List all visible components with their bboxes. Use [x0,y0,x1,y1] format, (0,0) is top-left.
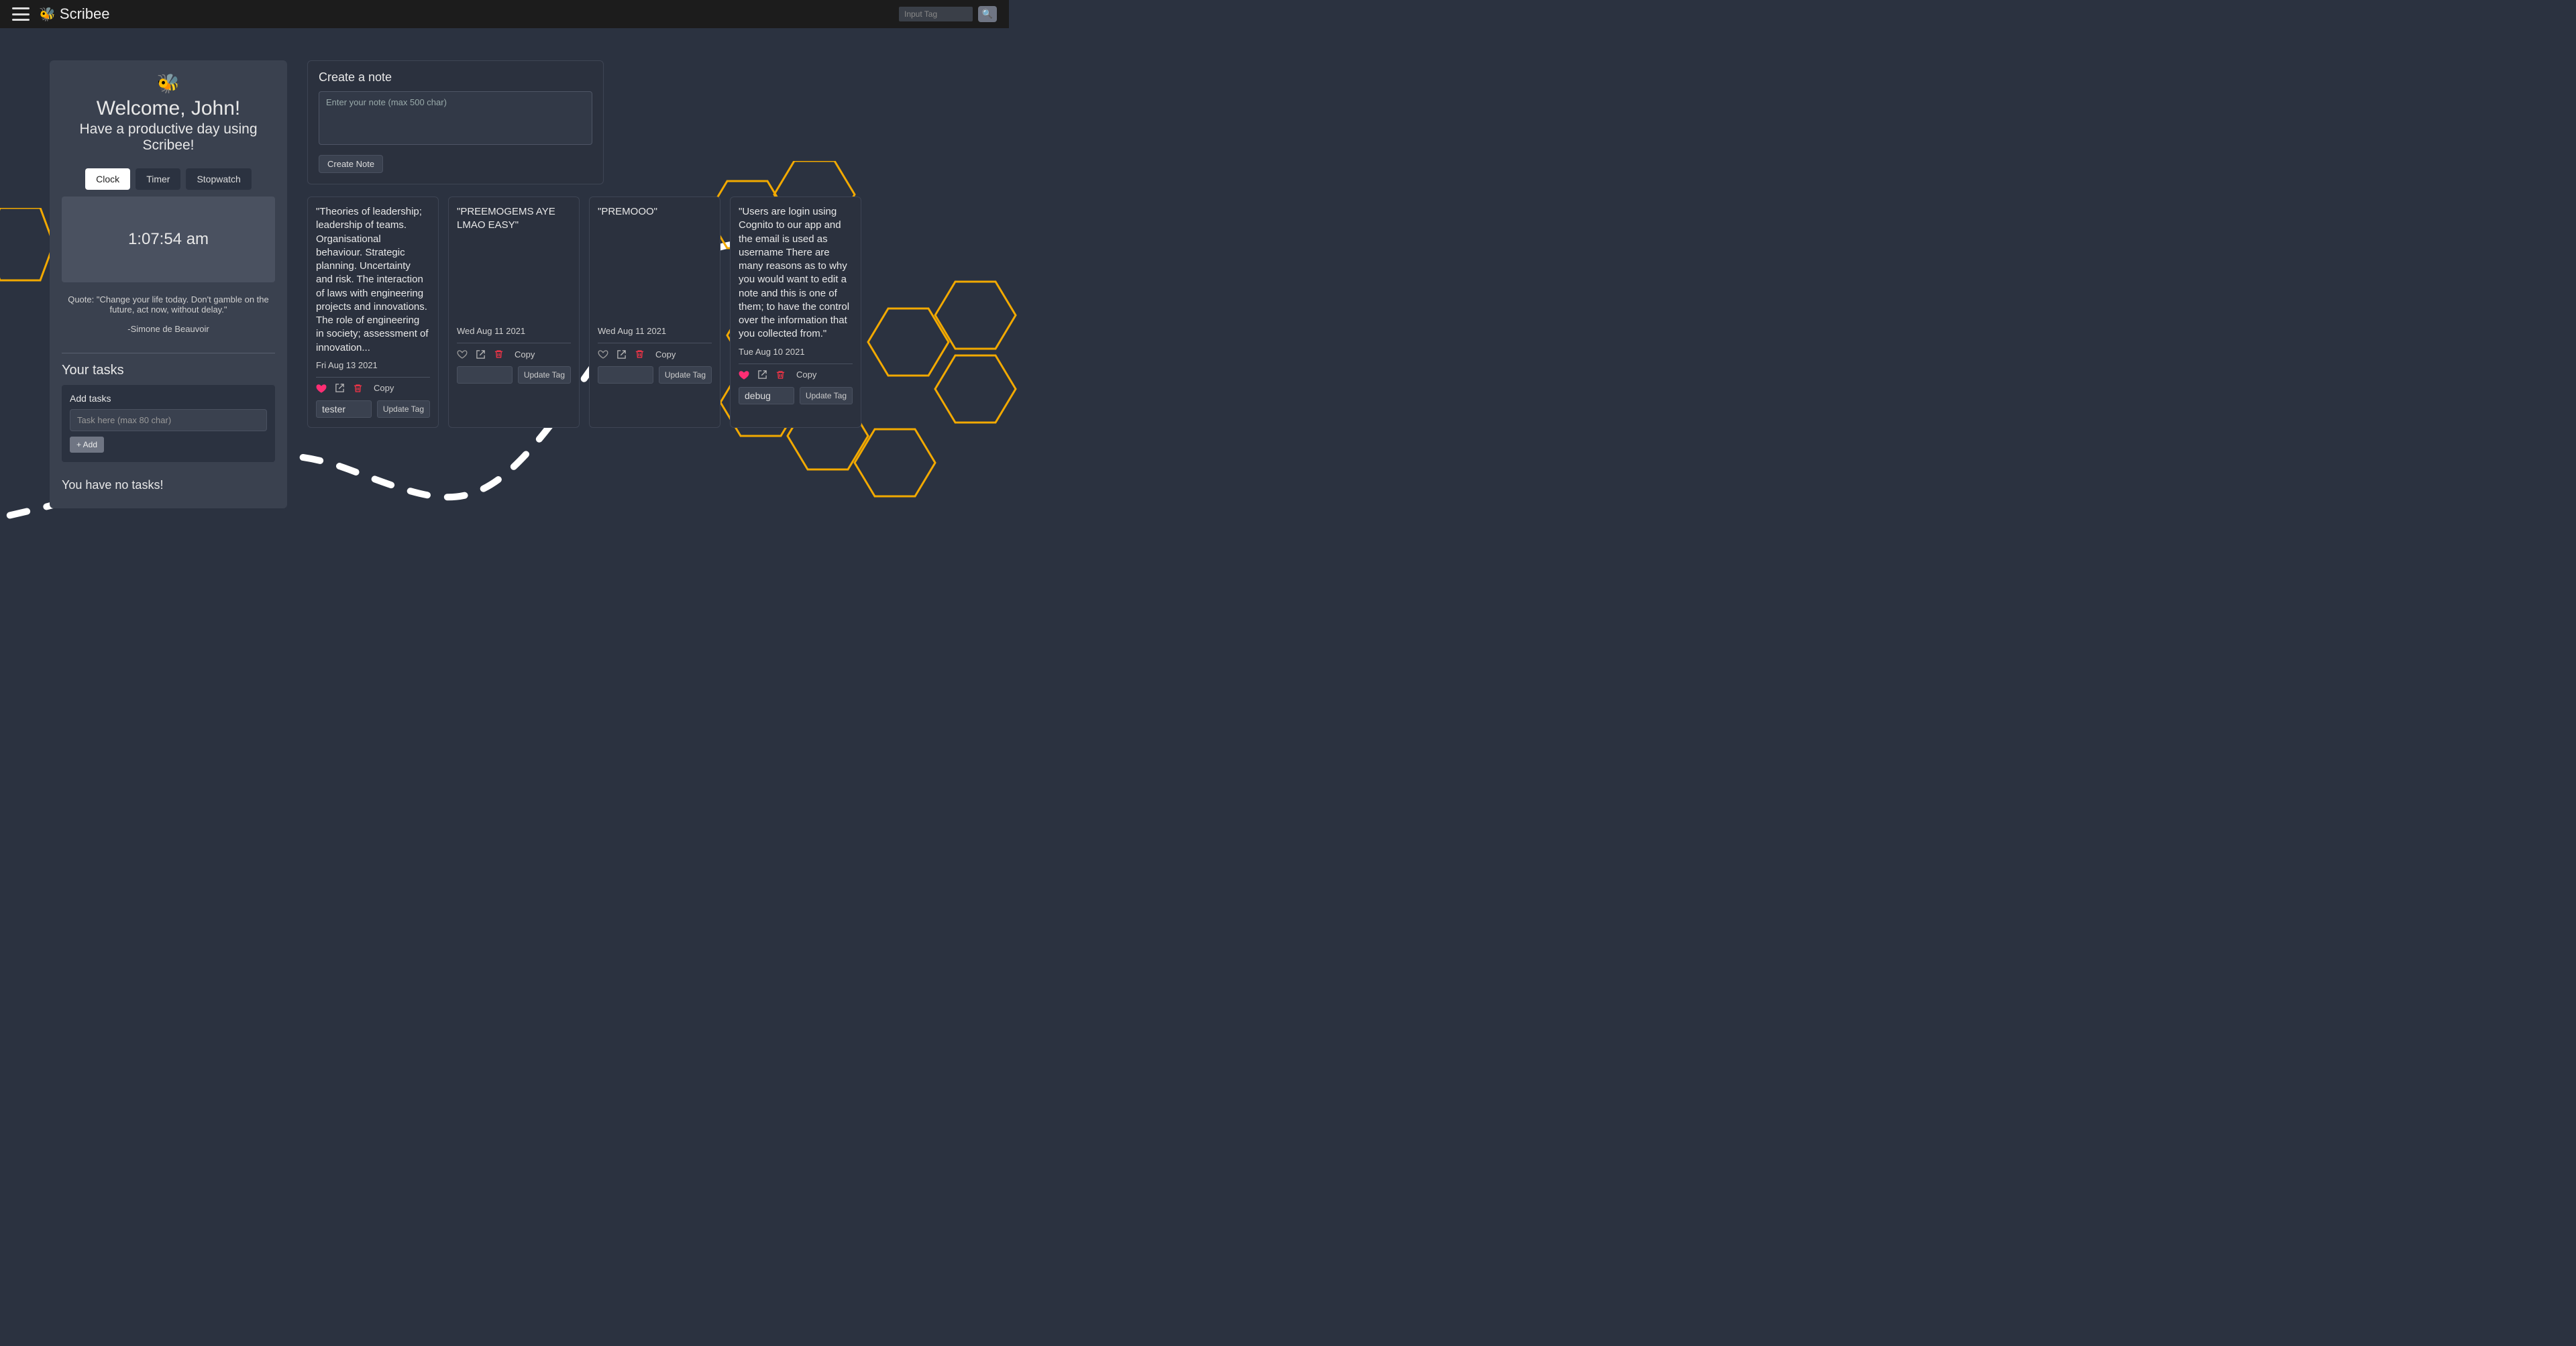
note-text: "Users are login using Cognito to our ap… [739,205,853,341]
update-tag-button[interactable]: Update Tag [659,366,712,384]
copy-button[interactable]: Copy [374,383,394,393]
add-tasks-label: Add tasks [70,393,267,404]
clock-display: 1:07:54 am [62,197,275,282]
tag-input[interactable] [457,366,513,384]
search-icon: 🔍 [982,9,993,19]
create-note-panel: Create a note Create Note [307,60,604,184]
welcome-subtitle: Have a productive day using Scribee! [62,121,275,154]
share-button[interactable] [616,349,627,359]
share-button[interactable] [757,370,767,380]
note-date: Tue Aug 10 2021 [739,347,853,357]
delete-button[interactable] [775,370,786,380]
no-tasks-message: You have no tasks! [62,478,275,492]
note-card: "Theories of leadership; leadership of t… [307,197,439,428]
copy-button[interactable]: Copy [796,370,816,380]
timer-tabs: Clock Timer Stopwatch [62,168,275,190]
tag-input[interactable] [739,387,794,404]
sidebar-panel: 🐝 Welcome, John! Have a productive day u… [50,60,287,508]
note-text: "Theories of leadership; leadership of t… [316,205,430,355]
search-button[interactable]: 🔍 [978,6,997,22]
add-task-button[interactable]: + Add [70,437,104,453]
tab-clock[interactable]: Clock [85,168,130,190]
note-text: "PREEMOGEMS AYE LMAO EASY" [457,205,571,321]
quote-author: -Simone de Beauvoir [66,324,271,334]
favorite-button[interactable] [598,349,608,359]
tasks-heading: Your tasks [62,363,275,378]
note-text: "PREMOOO" [598,205,712,321]
note-card: "PREMOOO" Wed Aug 11 2021 Copy Update Ta… [589,197,720,428]
navbar: 🐝 Scribee 🔍 [0,0,1009,28]
tab-stopwatch[interactable]: Stopwatch [186,168,251,190]
favorite-button[interactable] [457,349,468,359]
app-name: Scribee [60,5,110,23]
tag-input[interactable] [316,400,372,418]
note-card: "Users are login using Cognito to our ap… [730,197,861,428]
share-button[interactable] [335,383,345,393]
note-textarea[interactable] [319,91,592,145]
brand: 🐝 Scribee [39,5,110,23]
update-tag-button[interactable]: Update Tag [800,387,853,404]
create-note-button[interactable]: Create Note [319,155,383,173]
tag-search-input[interactable] [899,7,973,21]
quote-text: Quote: "Change your life today. Don't ga… [66,294,271,315]
note-date: Wed Aug 11 2021 [598,326,712,336]
favorite-button[interactable] [739,370,749,380]
notes-grid: "Theories of leadership; leadership of t… [307,197,911,428]
add-task-box: Add tasks + Add [62,385,275,462]
hamburger-menu-icon[interactable] [12,7,30,21]
copy-button[interactable]: Copy [655,349,676,359]
bee-icon: 🐝 [39,6,56,23]
favorite-button[interactable] [316,383,327,394]
delete-button[interactable] [494,349,504,359]
copy-button[interactable]: Copy [515,349,535,359]
update-tag-button[interactable]: Update Tag [377,400,430,418]
note-date: Wed Aug 11 2021 [457,326,571,336]
bee-icon: 🐝 [62,72,275,95]
create-note-heading: Create a note [319,70,592,85]
divider [316,377,430,378]
note-date: Fri Aug 13 2021 [316,360,430,370]
note-card: "PREEMOGEMS AYE LMAO EASY" Wed Aug 11 20… [448,197,580,428]
tag-input[interactable] [598,366,653,384]
delete-button[interactable] [635,349,645,359]
task-input[interactable] [70,409,267,431]
divider [739,363,853,364]
welcome-title: Welcome, John! [62,97,275,120]
tab-timer[interactable]: Timer [136,168,180,190]
update-tag-button[interactable]: Update Tag [518,366,571,384]
delete-button[interactable] [353,383,363,394]
share-button[interactable] [476,349,486,359]
